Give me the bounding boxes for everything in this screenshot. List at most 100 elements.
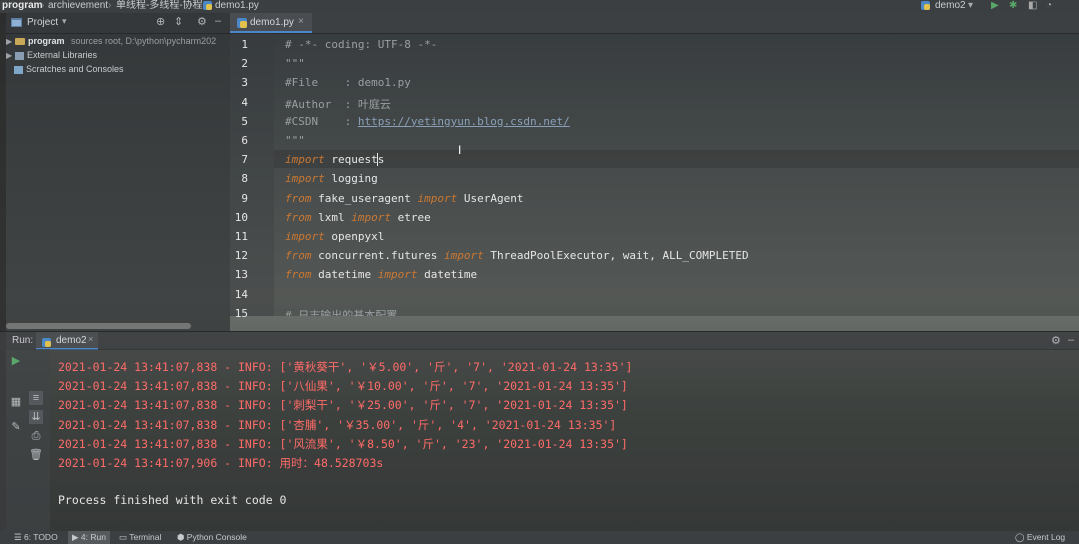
tree-item-external-libraries[interactable]: ▶ External Libraries bbox=[6, 48, 97, 62]
todo-tool-button[interactable]: ☰ 6: TODO bbox=[14, 531, 58, 544]
project-panel-header: Project ▾ ⊕ ⇕ ⚙ – bbox=[6, 13, 230, 34]
tab-demo1[interactable]: demo1.py × bbox=[230, 13, 312, 33]
chevron-right-icon[interactable]: ▶ bbox=[6, 35, 15, 49]
python-file-icon bbox=[237, 18, 247, 31]
project-panel: Project ▾ ⊕ ⇕ ⚙ – ▶ program sources root,… bbox=[6, 13, 230, 331]
code-line: #CSDN : https://yetingyun.blog.csdn.net/ bbox=[285, 115, 570, 128]
scroll-to-end-icon[interactable]: ⇊ bbox=[29, 410, 43, 424]
line-number: 14 bbox=[234, 287, 248, 301]
code-token: #File : demo1.py bbox=[285, 76, 411, 90]
code-token: concurrent.futures bbox=[311, 249, 444, 263]
status-bar: ☰ 6: TODO ▶ 4: Run ▭ Terminal ⬢ Python C… bbox=[0, 531, 1079, 544]
code-line: # -*- coding: UTF-8 -*- bbox=[285, 38, 437, 51]
code-token: from bbox=[285, 268, 312, 282]
code-token: ThreadPoolExecutor, wait, ALL_COMPLETED bbox=[483, 249, 749, 263]
rerun-icon[interactable]: ▶ bbox=[9, 354, 23, 368]
debug-icon[interactable]: ✱ bbox=[1009, 0, 1017, 12]
profile-icon[interactable]: ◔ bbox=[1046, 0, 1052, 12]
print-icon[interactable]: ⎙ bbox=[29, 429, 43, 443]
code-token: UserAgent bbox=[457, 191, 524, 205]
code-token: datetime bbox=[417, 268, 478, 282]
code-token: import bbox=[377, 268, 418, 282]
code-token: openpyxl bbox=[324, 230, 385, 243]
code-line: #Author : 叶庭云 bbox=[285, 96, 391, 112]
code-token: datetime bbox=[311, 268, 378, 282]
minimize-icon[interactable]: – bbox=[1068, 334, 1074, 346]
coverage-icon[interactable]: ◧ bbox=[1028, 0, 1037, 12]
code-line: # 日志输出的基本配置 bbox=[285, 307, 397, 316]
run-console-output[interactable]: 2021-01-24 13:41:07,838 - INFO: ['黄秋葵干',… bbox=[50, 349, 1079, 531]
line-number: 15 bbox=[234, 306, 248, 320]
code-line: from fake_useragent import UserAgent bbox=[285, 192, 523, 205]
pin-icon[interactable]: ✎ bbox=[9, 420, 23, 434]
csdn-link[interactable]: https://yetingyun.blog.csdn.net/ bbox=[358, 115, 570, 128]
layout-icon[interactable]: ▦ bbox=[9, 395, 23, 409]
soft-wrap-icon[interactable]: ≡ bbox=[29, 391, 43, 405]
collapse-all-icon[interactable]: ⇕ bbox=[174, 15, 183, 28]
chevron-down-icon[interactable]: ▾ bbox=[62, 16, 67, 27]
breadcrumb-folder[interactable]: 单线程-多线程-协程 bbox=[116, 0, 203, 12]
tree-item-program[interactable]: ▶ program sources root, D:\python\pycharm… bbox=[6, 34, 216, 48]
code-line: from lxml import etree bbox=[285, 211, 431, 224]
code-token: from bbox=[285, 210, 312, 224]
gear-icon[interactable]: ⚙ bbox=[1051, 334, 1061, 347]
run-tool-button[interactable]: ▶ 4: Run bbox=[68, 531, 110, 544]
line-number: 6 bbox=[241, 134, 248, 147]
line-number: 3 bbox=[241, 76, 248, 90]
code-token: import bbox=[285, 153, 325, 167]
close-icon[interactable]: × bbox=[88, 334, 93, 344]
line-number: 8 bbox=[241, 172, 248, 186]
locate-icon[interactable]: ⊕ bbox=[156, 15, 165, 28]
breadcrumb-file[interactable]: demo1.py bbox=[215, 0, 259, 12]
close-icon[interactable]: × bbox=[298, 16, 304, 27]
code-token: import bbox=[285, 172, 325, 186]
console-log-line: 2021-01-24 13:41:07,906 - INFO: 用时：48.52… bbox=[58, 456, 384, 470]
code-token: fake_useragent bbox=[311, 191, 418, 205]
code-token: """ bbox=[285, 57, 305, 71]
code-token: import bbox=[285, 230, 325, 243]
project-view-icon bbox=[11, 17, 22, 31]
code-line: """ bbox=[285, 134, 305, 147]
code-line: #File : demo1.py bbox=[285, 76, 411, 89]
code-token: import bbox=[351, 210, 391, 224]
gear-icon[interactable]: ⚙ bbox=[197, 15, 207, 28]
code-line: import requests bbox=[285, 153, 384, 166]
code-token: """ bbox=[285, 134, 305, 147]
line-number: 4 bbox=[241, 95, 248, 109]
python-file-icon bbox=[921, 0, 930, 12]
code-token: #Author : 叶庭云 bbox=[285, 97, 391, 111]
breadcrumb-program[interactable]: program bbox=[2, 0, 43, 12]
terminal-tool-button[interactable]: ▭ Terminal bbox=[119, 531, 161, 544]
chevron-down-icon[interactable]: ▾ bbox=[968, 0, 973, 12]
run-toolbar: ▶ ▦ ✎ ≡ ⇊ ⎙ 🗑 bbox=[0, 349, 50, 531]
run-panel-header: Run: demo2 × ⚙ – bbox=[0, 331, 1079, 350]
folder-icon bbox=[15, 38, 25, 46]
console-log-line: 2021-01-24 13:41:07,838 - INFO: ['风流果', … bbox=[58, 436, 628, 451]
code-token: etree bbox=[391, 210, 431, 224]
line-number: 5 bbox=[241, 114, 248, 128]
tree-item-scratches[interactable]: Scratches and Consoles bbox=[14, 62, 124, 76]
minimize-icon[interactable]: – bbox=[215, 15, 221, 27]
breadcrumb-archievement[interactable]: archievement bbox=[48, 0, 108, 12]
chevron-right-icon[interactable]: ▶ bbox=[6, 49, 15, 63]
code-token: requests bbox=[324, 153, 385, 167]
project-horizontal-scrollbar[interactable] bbox=[6, 323, 191, 329]
python-file-icon bbox=[203, 0, 212, 12]
run-icon[interactable]: ▶ bbox=[991, 0, 999, 12]
line-number: 10 bbox=[234, 210, 248, 224]
code-line: import logging bbox=[285, 172, 378, 185]
project-panel-title[interactable]: Project bbox=[27, 17, 58, 28]
event-log-button[interactable]: ◯ Event Log bbox=[1015, 531, 1065, 544]
code-editor[interactable]: # -*- coding: UTF-8 -*- """ #File : demo1.… bbox=[274, 33, 1079, 316]
console-log-line: 2021-01-24 13:41:07,838 - INFO: ['刺梨干', … bbox=[58, 398, 628, 413]
editor-tab-bar: demo1.py × bbox=[230, 13, 1079, 34]
code-line: """ bbox=[285, 57, 305, 70]
line-number: 7 bbox=[241, 153, 248, 167]
line-number: 11 bbox=[234, 230, 248, 243]
run-config-tab[interactable]: demo2 × bbox=[36, 332, 98, 350]
code-token: from bbox=[285, 249, 312, 263]
python-console-tool-button[interactable]: ⬢ Python Console bbox=[177, 531, 247, 544]
code-token: # 日志输出的基本配置 bbox=[285, 308, 398, 316]
run-config-selector[interactable]: demo2 bbox=[935, 0, 966, 12]
trash-icon[interactable]: 🗑 bbox=[29, 448, 43, 462]
